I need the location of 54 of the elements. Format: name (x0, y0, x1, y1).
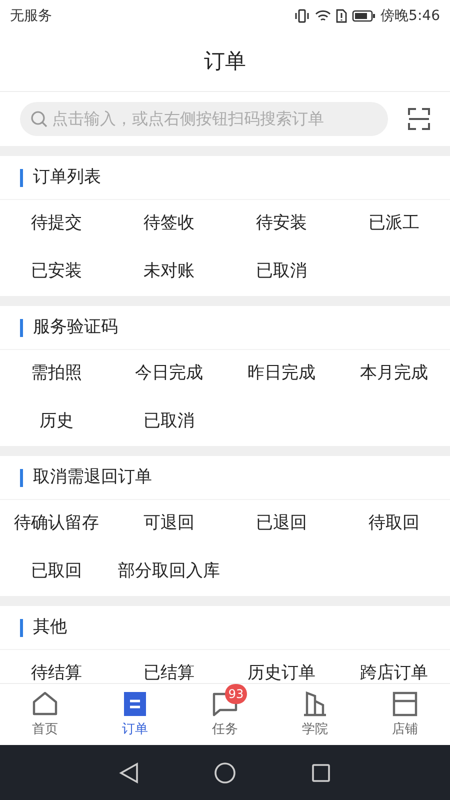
search-field[interactable]: 点击输入，或点右侧按钮扫码搜索订单 (20, 102, 388, 136)
section-marker (20, 468, 23, 486)
page-title: 订单 (204, 48, 246, 75)
order-filter-link[interactable]: 待签收 (143, 211, 194, 237)
order-filter-link[interactable]: 已取消 (143, 409, 194, 435)
tab-bar-item[interactable]: 学院 (270, 684, 360, 745)
section-marker (20, 318, 23, 336)
vibrate-icon (294, 9, 310, 23)
order-filter-link[interactable]: 已取消 (256, 259, 307, 285)
tab-bar-item[interactable]: 首页 (0, 684, 90, 745)
list-icon (121, 690, 149, 718)
order-filter-link[interactable]: 已派工 (368, 211, 420, 237)
order-filter-link[interactable]: 待结算 (30, 661, 82, 683)
order-filter-link[interactable]: 昨日完成 (247, 361, 316, 387)
order-filter-link[interactable]: 需拍照 (30, 361, 82, 387)
battery-icon (352, 10, 376, 22)
order-filter-link[interactable]: 待提交 (30, 211, 82, 237)
order-filter-link[interactable]: 未对账 (143, 259, 194, 285)
carrier-text: 无服务 (10, 6, 52, 26)
order-filter-link[interactable]: 部分取回入库 (118, 559, 220, 585)
section-title: 订单列表 (33, 166, 101, 189)
tab-bar-item[interactable]: 订单 (90, 684, 180, 745)
scan-icon[interactable] (408, 108, 430, 130)
store-icon (391, 690, 419, 718)
home-icon (31, 690, 59, 718)
order-filter-link[interactable]: 已退回 (256, 511, 307, 537)
order-filter-link[interactable]: 今日完成 (134, 361, 203, 387)
sim-alert-icon (336, 9, 347, 23)
section-title: 服务验证码 (33, 316, 118, 339)
order-filter-link[interactable]: 已结算 (143, 661, 194, 683)
section-marker (20, 618, 23, 636)
order-filter-link[interactable]: 跨店订单 (360, 661, 428, 683)
section-marker (20, 168, 23, 186)
section-title: 取消需退回订单 (33, 466, 152, 489)
order-filter-link[interactable]: 待安装 (256, 211, 307, 237)
home-button-icon[interactable] (214, 762, 236, 784)
recents-icon[interactable] (311, 762, 331, 782)
order-filter-link[interactable]: 历史订单 (247, 661, 316, 683)
tab-bar-item[interactable]: 店铺 (360, 684, 450, 745)
section-title: 其他 (33, 616, 67, 639)
order-filter-link[interactable]: 可退回 (143, 511, 194, 537)
notification-badge: 93 (225, 684, 247, 704)
order-filter-link[interactable]: 待确认留存 (14, 511, 99, 537)
order-filter-link[interactable]: 已安装 (30, 259, 82, 285)
search-icon (30, 110, 48, 128)
order-filter-link[interactable]: 已取回 (30, 559, 82, 585)
back-icon[interactable] (119, 762, 139, 784)
building-icon (301, 690, 329, 718)
order-filter-link[interactable]: 历史 (39, 409, 74, 435)
wifi-icon (314, 9, 331, 23)
tab-bar-item[interactable]: 93 任务 (180, 684, 270, 745)
order-filter-link[interactable]: 待取回 (368, 511, 420, 537)
clock-text: 傍晚5:46 (380, 6, 440, 26)
order-filter-link[interactable]: 本月完成 (360, 361, 428, 387)
